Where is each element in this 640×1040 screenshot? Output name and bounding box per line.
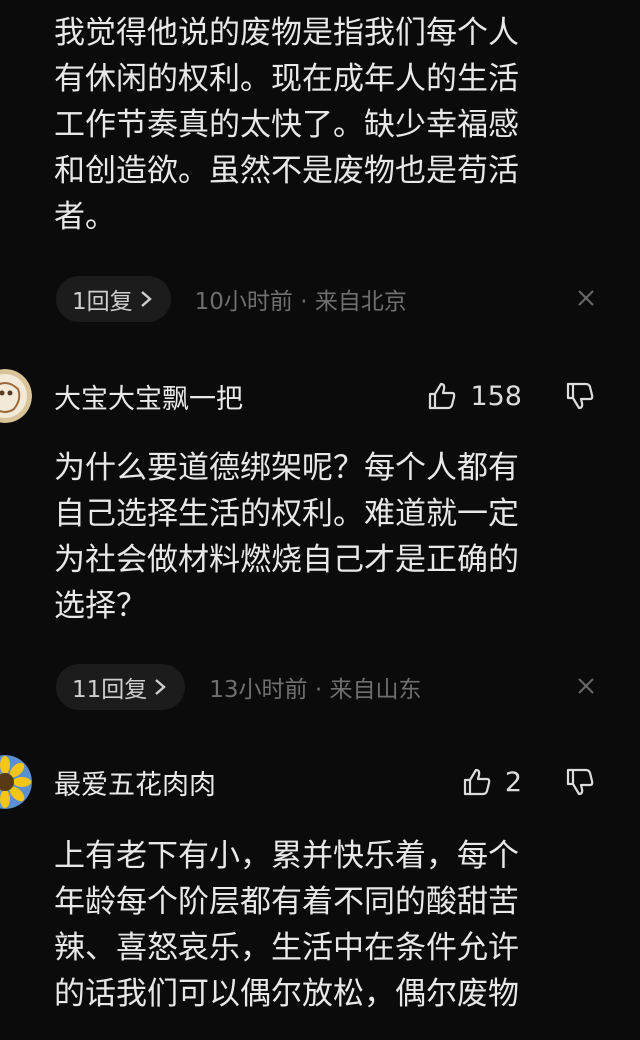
like-button[interactable]: 158 xyxy=(426,380,522,412)
reply-count: 11回复 xyxy=(72,677,148,703)
comment-text: 我觉得他说的废物是指我们每个人 有休闲的权利。现在成年人的生活 工作节奏真的太快… xyxy=(54,15,519,235)
comment-text: 为什么要道德绑架呢？每个人都有 自己选择生活的权利。难道就一定 为社会做材料燃烧… xyxy=(54,450,519,624)
avatar[interactable] xyxy=(0,369,32,423)
like-button[interactable]: 2 xyxy=(461,766,522,798)
reply-button[interactable]: 11回复 xyxy=(56,664,186,710)
comment-time-location: 10小时前 · 来自北京 xyxy=(194,289,407,315)
chevron-right-icon xyxy=(155,679,167,695)
like-count: 2 xyxy=(504,766,522,798)
comment-meta: 11回复 13小时前 · 来自山东 xyxy=(56,664,620,710)
like-count: 158 xyxy=(470,380,522,412)
thumbs-down-icon[interactable] xyxy=(564,380,596,412)
thumbs-down-icon[interactable] xyxy=(564,766,596,798)
reply-button[interactable]: 1回复 xyxy=(56,276,171,322)
thumbs-up-icon xyxy=(429,382,456,410)
comment-time-location: 13小时前 · 来自山东 xyxy=(209,677,422,703)
chevron-right-icon xyxy=(140,291,152,307)
username[interactable]: 最爱五花肉肉 xyxy=(54,763,216,802)
comment-meta: 1回复 10小时前 · 来自北京 xyxy=(56,276,620,322)
close-icon[interactable] xyxy=(576,288,596,308)
reply-count: 1回复 xyxy=(72,289,133,315)
comment-header: 大宝大宝飘一把 158 xyxy=(0,356,640,436)
comment-text: 上有老下有小，累并快乐着，每个 年龄每个阶层都有着不同的酸甜苦 辣、喜怒哀乐，生… xyxy=(54,838,519,1012)
avatar[interactable] xyxy=(0,755,32,809)
thumbs-up-icon xyxy=(463,768,491,796)
username[interactable]: 大宝大宝飘一把 xyxy=(54,377,243,416)
close-icon[interactable] xyxy=(576,676,596,696)
comment-header: 最爱五花肉肉 2 xyxy=(0,742,640,822)
